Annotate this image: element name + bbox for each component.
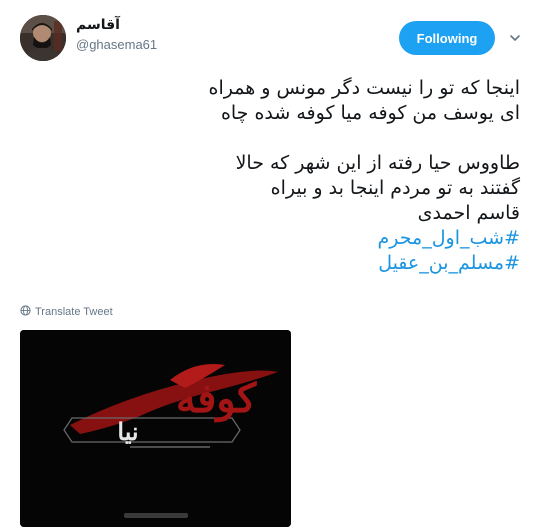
tweet-line: طاووس حیا رفته از این شهر که حالا bbox=[235, 152, 520, 174]
user-handle[interactable]: @ghasema61 bbox=[76, 37, 157, 52]
tweet-media-image[interactable]: کوفه نیا bbox=[20, 330, 291, 527]
tweet-card: آقاسم @ghasema61 Following اینجا که تو ر… bbox=[0, 0, 538, 532]
hashtag-link[interactable]: #مسلم_بن_عقیل bbox=[40, 251, 520, 276]
following-button[interactable]: Following bbox=[399, 21, 495, 55]
translate-tweet-link[interactable]: Translate Tweet bbox=[20, 305, 113, 319]
tweet-signature: قاسم احمدی bbox=[417, 202, 520, 224]
media-subtitle-word: نیا bbox=[117, 417, 138, 446]
display-name[interactable]: آقاسم bbox=[76, 16, 120, 33]
globe-icon bbox=[20, 305, 31, 319]
hashtag-link[interactable]: #شب_اول_محرم bbox=[40, 226, 520, 251]
translate-label: Translate Tweet bbox=[35, 306, 113, 318]
tweet-line: اینجا که تو را نیست دگر مونس و همراه bbox=[208, 77, 520, 99]
tweet-text: اینجا که تو را نیست دگر مونس و همراه ای … bbox=[40, 76, 520, 276]
tweet-line: ای یوسف من کوفه میا کوفه شده چاه bbox=[220, 102, 520, 124]
media-title-word: کوفه bbox=[176, 375, 257, 423]
avatar[interactable] bbox=[20, 15, 66, 61]
chevron-down-icon[interactable] bbox=[508, 31, 522, 45]
tweet-line: گفتند به تو مردم اینجا بد و بیراه bbox=[270, 177, 520, 199]
